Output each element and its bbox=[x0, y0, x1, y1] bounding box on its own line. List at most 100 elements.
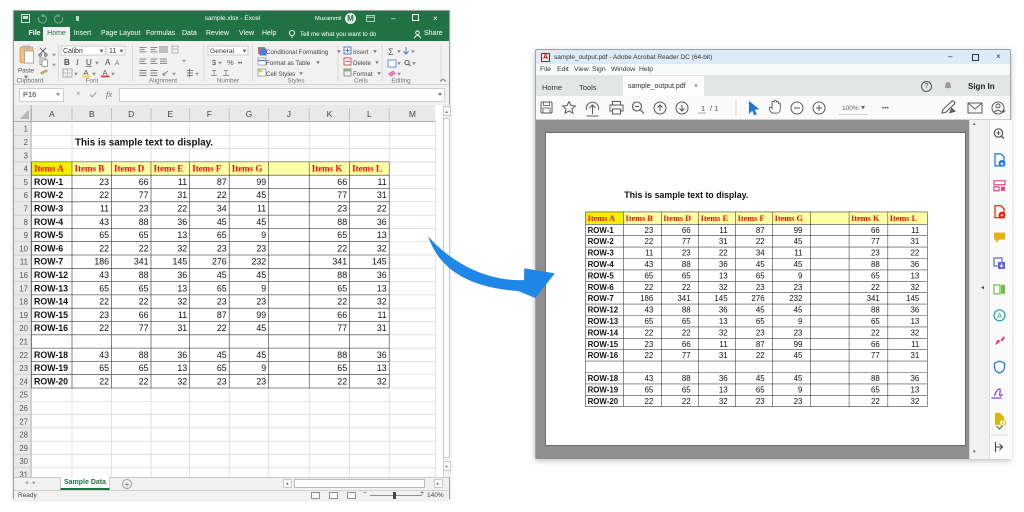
svg-text:65: 65 bbox=[644, 317, 653, 326]
svg-text:22: 22 bbox=[99, 190, 109, 200]
svg-text:11: 11 bbox=[719, 339, 727, 348]
svg-text:A: A bbox=[105, 58, 111, 67]
svg-text:88: 88 bbox=[681, 260, 690, 269]
svg-text:6: 6 bbox=[24, 191, 28, 200]
svg-text:65: 65 bbox=[99, 283, 109, 293]
svg-text:22: 22 bbox=[644, 351, 653, 360]
svg-text:11: 11 bbox=[911, 225, 919, 234]
svg-text:99: 99 bbox=[256, 310, 266, 320]
svg-text:General: General bbox=[210, 48, 235, 55]
svg-text:65: 65 bbox=[681, 317, 690, 326]
svg-text:13: 13 bbox=[177, 230, 187, 240]
svg-text:9: 9 bbox=[798, 271, 803, 280]
svg-text:32: 32 bbox=[910, 328, 919, 337]
svg-text:23: 23 bbox=[256, 243, 266, 253]
svg-text:11: 11 bbox=[178, 177, 187, 187]
svg-text:45: 45 bbox=[217, 217, 227, 227]
svg-text:Items K: Items K bbox=[312, 164, 343, 174]
svg-text:22: 22 bbox=[217, 323, 227, 333]
svg-text:ROW-6: ROW-6 bbox=[34, 243, 63, 253]
svg-text:22: 22 bbox=[99, 243, 109, 253]
svg-text:66: 66 bbox=[681, 225, 690, 234]
svg-text:36: 36 bbox=[910, 260, 919, 269]
svg-text:36: 36 bbox=[718, 374, 727, 383]
svg-text:ROW-13: ROW-13 bbox=[34, 283, 68, 293]
svg-text:8: 8 bbox=[24, 218, 28, 227]
svg-text:•••: ••• bbox=[882, 105, 890, 112]
svg-text:9: 9 bbox=[24, 231, 28, 240]
svg-text:Items L: Items L bbox=[352, 164, 382, 174]
svg-text:22: 22 bbox=[99, 376, 109, 386]
svg-text:Styles: Styles bbox=[287, 78, 304, 85]
svg-text:32: 32 bbox=[718, 328, 727, 337]
svg-text:M: M bbox=[409, 109, 416, 119]
svg-text:4: 4 bbox=[24, 165, 29, 174]
svg-text:77: 77 bbox=[337, 190, 347, 200]
svg-text:31: 31 bbox=[910, 351, 919, 360]
svg-text:43: 43 bbox=[644, 260, 653, 269]
svg-text:$: $ bbox=[212, 58, 217, 67]
svg-text:Items F: Items F bbox=[737, 214, 764, 223]
svg-text:23: 23 bbox=[99, 310, 109, 320]
svg-text:Number: Number bbox=[217, 78, 239, 85]
svg-text:ROW-4: ROW-4 bbox=[587, 260, 614, 269]
svg-text:65: 65 bbox=[99, 363, 109, 373]
svg-text:22: 22 bbox=[755, 351, 764, 360]
svg-text:24: 24 bbox=[19, 377, 28, 386]
svg-text:11: 11 bbox=[378, 177, 387, 187]
svg-text:Items G: Items G bbox=[232, 164, 263, 174]
svg-text:22: 22 bbox=[177, 204, 187, 214]
svg-text:66: 66 bbox=[337, 310, 347, 320]
svg-text:66: 66 bbox=[871, 225, 880, 234]
svg-text:88: 88 bbox=[139, 217, 149, 227]
svg-text:99: 99 bbox=[793, 225, 802, 234]
svg-text:99: 99 bbox=[793, 339, 802, 348]
svg-text:19: 19 bbox=[19, 311, 28, 320]
svg-text:341: 341 bbox=[677, 294, 690, 303]
svg-text:13: 13 bbox=[910, 317, 919, 326]
svg-text:88: 88 bbox=[139, 270, 149, 280]
svg-text:77: 77 bbox=[681, 237, 690, 246]
svg-text:341: 341 bbox=[134, 257, 149, 267]
svg-text:77: 77 bbox=[139, 323, 149, 333]
svg-text:45: 45 bbox=[217, 270, 227, 280]
svg-text:ROW-2: ROW-2 bbox=[34, 190, 63, 200]
svg-text:9: 9 bbox=[261, 230, 266, 240]
svg-text:F: F bbox=[207, 109, 212, 119]
svg-text:23: 23 bbox=[681, 248, 690, 257]
svg-text:ROW-16: ROW-16 bbox=[587, 351, 618, 360]
svg-text:Items B: Items B bbox=[625, 214, 653, 223]
svg-text:22: 22 bbox=[871, 396, 880, 405]
svg-text:88: 88 bbox=[871, 260, 880, 269]
svg-text:77: 77 bbox=[681, 351, 690, 360]
svg-text:ROW-15: ROW-15 bbox=[587, 339, 618, 348]
svg-text:77: 77 bbox=[139, 190, 149, 200]
svg-text:11: 11 bbox=[645, 248, 653, 257]
svg-text:65: 65 bbox=[644, 271, 653, 280]
svg-text:9: 9 bbox=[261, 363, 266, 373]
svg-text:ROW-18: ROW-18 bbox=[587, 374, 618, 383]
svg-text:45: 45 bbox=[793, 260, 802, 269]
svg-text:K: K bbox=[327, 109, 333, 119]
svg-text:88: 88 bbox=[681, 305, 690, 314]
svg-text:87: 87 bbox=[217, 310, 227, 320]
svg-text:145: 145 bbox=[372, 257, 387, 267]
svg-text:L: L bbox=[367, 109, 372, 119]
svg-text:2: 2 bbox=[24, 138, 28, 147]
svg-text:Format: Format bbox=[353, 71, 373, 78]
svg-text:87: 87 bbox=[755, 225, 764, 234]
svg-text:31: 31 bbox=[718, 351, 727, 360]
svg-text:45: 45 bbox=[755, 260, 764, 269]
svg-text:13: 13 bbox=[377, 363, 387, 373]
svg-text:22: 22 bbox=[681, 328, 690, 337]
svg-text:32: 32 bbox=[718, 282, 727, 291]
svg-text:11: 11 bbox=[911, 339, 919, 348]
svg-text:32: 32 bbox=[910, 282, 919, 291]
svg-text:Items D: Items D bbox=[114, 164, 145, 174]
svg-text:ROW-2: ROW-2 bbox=[587, 237, 614, 246]
svg-text:66: 66 bbox=[139, 310, 149, 320]
svg-text:1: 1 bbox=[24, 125, 28, 134]
svg-text:77: 77 bbox=[871, 351, 880, 360]
svg-text:99: 99 bbox=[256, 177, 266, 187]
svg-text:88: 88 bbox=[871, 374, 880, 383]
